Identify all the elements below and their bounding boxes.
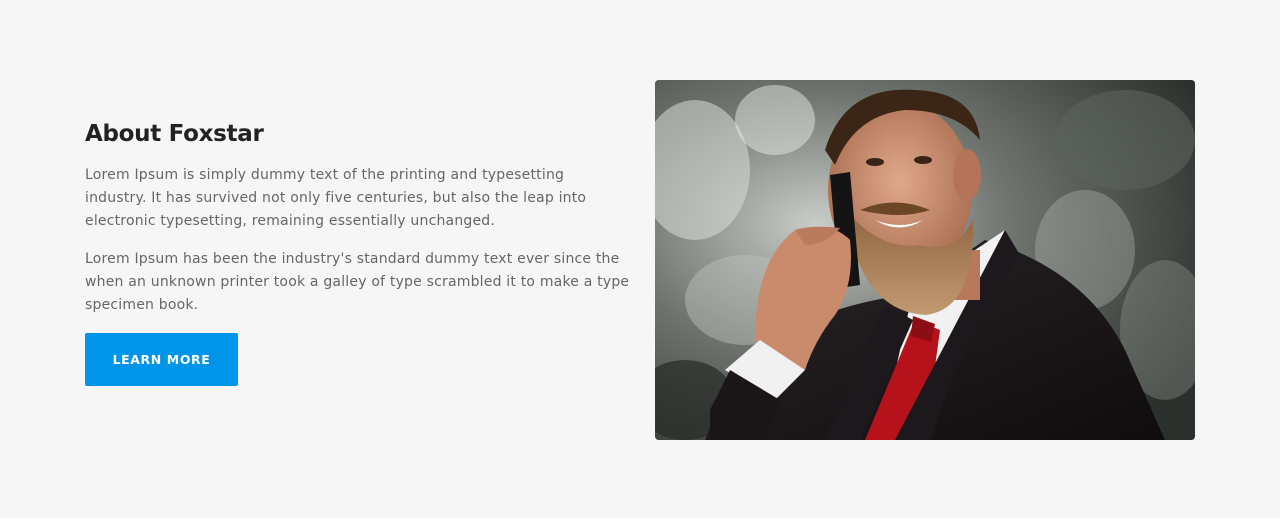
about-paragraph-1: Lorem Ipsum is simply dummy text of the … bbox=[85, 167, 587, 229]
section-title: About Foxstar bbox=[85, 121, 264, 147]
about-section: About Foxstar Lorem Ipsum is simply dumm… bbox=[0, 0, 1280, 518]
learn-more-button[interactable]: LEARN MORE bbox=[85, 333, 238, 386]
bearded-man-photo bbox=[655, 80, 1195, 440]
about-paragraph-2: Lorem Ipsum has been the industry's stan… bbox=[85, 251, 630, 313]
about-text-column: About Foxstar Lorem Ipsum is simply dumm… bbox=[85, 118, 630, 386]
photo-illustration bbox=[655, 80, 1195, 440]
